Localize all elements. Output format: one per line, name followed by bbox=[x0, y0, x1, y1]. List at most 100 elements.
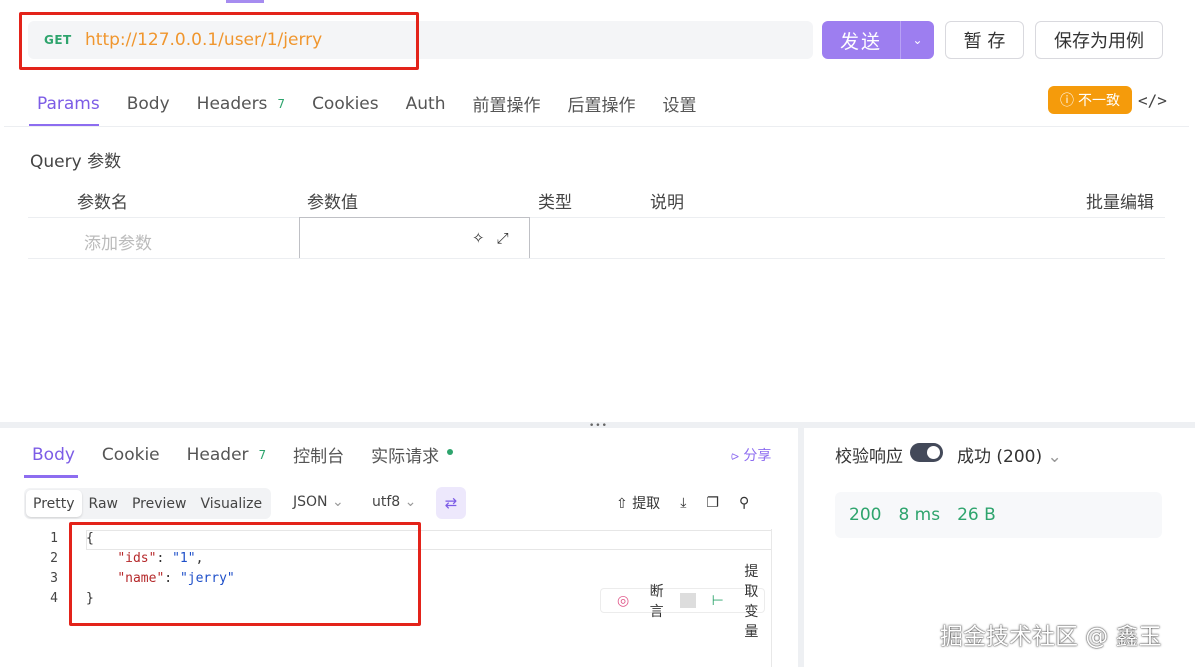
tab-label: 后置操作 bbox=[567, 96, 636, 116]
format-raw[interactable]: Raw bbox=[82, 490, 125, 517]
tab-label: Cookies bbox=[312, 93, 379, 114]
format-preview[interactable]: Preview bbox=[125, 490, 194, 517]
response-tabs: Body Cookie Header 7 控制台 实际请求 bbox=[32, 442, 480, 467]
format-select[interactable]: JSON ⌄ bbox=[293, 494, 344, 510]
tab-post-processors[interactable]: 后置操作 bbox=[567, 91, 635, 116]
format-pretty[interactable]: Pretty bbox=[26, 490, 82, 517]
line-number: 2 bbox=[50, 551, 58, 566]
send-button-label: 发送 bbox=[839, 30, 882, 53]
assert-button[interactable]: ◎ 断言 bbox=[601, 581, 680, 621]
encoding-select-value: utf8 bbox=[372, 494, 401, 510]
tab-pre-processors[interactable]: 前置操作 bbox=[472, 91, 540, 116]
status-select[interactable]: 成功 (200) ⌄ bbox=[957, 442, 1062, 467]
tab-actual-request[interactable]: 实际请求 bbox=[371, 442, 454, 467]
code-icon[interactable]: </> bbox=[1138, 91, 1167, 110]
share-label: 分享 bbox=[743, 448, 772, 464]
request-tabs: Params Body Headers 7 Cookies Auth 前置操作 后… bbox=[37, 91, 723, 117]
expand-icon[interactable]: ⤢ bbox=[497, 229, 509, 247]
bulk-edit-link[interactable]: 批量编辑 bbox=[1086, 188, 1154, 213]
share-icon: ⪧ bbox=[731, 448, 744, 464]
column-header-type: 类型 bbox=[538, 193, 572, 213]
tab-headers[interactable]: Headers 7 bbox=[197, 91, 285, 116]
line-number: 1 bbox=[50, 531, 58, 546]
add-param-input[interactable]: 添加参数 bbox=[84, 229, 152, 254]
extract-variable-button[interactable]: ⊢ 提取变量 bbox=[696, 561, 775, 641]
wrap-icon: ⇄ bbox=[444, 494, 458, 512]
format-visualize[interactable]: Visualize bbox=[193, 490, 269, 517]
line-number: 4 bbox=[50, 591, 58, 606]
chevron-down-icon: ⌄ bbox=[331, 494, 344, 510]
chevron-down-icon: ⌄ bbox=[404, 494, 417, 510]
extract-button[interactable]: ⇧ 提取 bbox=[616, 493, 660, 513]
magic-wand-icon[interactable]: ✧ bbox=[472, 229, 485, 247]
encoding-select[interactable]: utf8 ⌄ bbox=[372, 494, 416, 510]
tab-response-body[interactable]: Body bbox=[32, 442, 75, 467]
info-circle-icon: ⓘ bbox=[1060, 93, 1074, 109]
tab-response-header[interactable]: Header 7 bbox=[187, 442, 267, 467]
tab-cookies[interactable]: Cookies bbox=[312, 91, 379, 116]
search-icon[interactable]: ⚲ bbox=[739, 495, 749, 511]
tab-auth[interactable]: Auth bbox=[406, 91, 446, 116]
send-button[interactable]: 发送 ⌄ bbox=[822, 21, 934, 59]
tab-body[interactable]: Body bbox=[127, 91, 170, 116]
header-count-badge: 7 bbox=[258, 447, 267, 462]
line-number-gutter: 1 2 3 4 bbox=[24, 529, 64, 609]
query-section-title: Query 参数 bbox=[30, 152, 122, 172]
tab-console[interactable]: 控制台 bbox=[293, 442, 344, 467]
share-button[interactable]: ⪧ 分享 bbox=[731, 445, 771, 465]
column-header-value: 参数值 bbox=[307, 193, 358, 213]
tab-label: Body bbox=[32, 444, 75, 465]
copy-icon[interactable]: ❐ bbox=[706, 495, 719, 511]
active-tab-indicator bbox=[24, 475, 78, 478]
download-icon[interactable]: ⤓ bbox=[680, 495, 686, 511]
format-select-value: JSON bbox=[293, 494, 328, 510]
drag-handle-icon[interactable]: ••• bbox=[589, 421, 608, 431]
column-header-description: 说明 bbox=[650, 193, 684, 213]
inconsistent-label: 不一致 bbox=[1078, 93, 1120, 109]
extract-label: 提取 bbox=[632, 496, 661, 512]
headers-count-badge: 7 bbox=[277, 96, 286, 111]
column-header-name: 参数名 bbox=[77, 193, 128, 213]
vertical-splitter[interactable] bbox=[798, 428, 804, 667]
tab-label: Params bbox=[37, 93, 100, 114]
tab-label: Headers bbox=[196, 93, 268, 114]
tab-label: 前置操作 bbox=[472, 96, 541, 116]
tab-label: 控制台 bbox=[293, 447, 345, 467]
annotation-box-response bbox=[69, 522, 421, 626]
validate-toggle[interactable] bbox=[910, 443, 943, 462]
save-button[interactable]: 暂 存 bbox=[945, 21, 1024, 59]
response-size: 26 B bbox=[957, 505, 996, 525]
divider bbox=[4, 126, 1189, 127]
tab-response-cookie[interactable]: Cookie bbox=[102, 442, 160, 467]
extract-variable-label: 提取变量 bbox=[744, 563, 759, 640]
tab-settings[interactable]: 设置 bbox=[662, 91, 696, 116]
extract-icon: ⊢ bbox=[711, 592, 724, 609]
annotation-box-url bbox=[19, 12, 419, 70]
response-time: 8 ms bbox=[898, 505, 941, 525]
table-header-divider bbox=[28, 217, 1165, 218]
tab-label: Body bbox=[126, 93, 170, 114]
line-number: 3 bbox=[50, 571, 58, 586]
word-wrap-button[interactable]: ⇄ bbox=[436, 487, 466, 519]
divider bbox=[679, 593, 696, 608]
tab-label: 设置 bbox=[662, 96, 697, 116]
status-dot bbox=[447, 448, 454, 455]
tab-label: 实际请求 bbox=[371, 447, 440, 467]
tab-label: Cookie bbox=[101, 444, 160, 465]
active-top-tab-indicator bbox=[226, 0, 264, 3]
chevron-down-icon[interactable]: ⌄ bbox=[900, 21, 934, 59]
chevron-down-icon: ⌄ bbox=[1047, 447, 1062, 467]
tab-label: Header bbox=[186, 444, 249, 465]
tab-params[interactable]: Params bbox=[37, 91, 100, 116]
target-icon: ◎ bbox=[617, 592, 630, 609]
table-row-divider bbox=[28, 258, 1165, 259]
upload-icon: ⇧ bbox=[616, 496, 628, 512]
status-code: 200 bbox=[849, 505, 882, 525]
tab-label: Auth bbox=[405, 93, 446, 114]
status-select-value: 成功 (200) bbox=[957, 447, 1043, 467]
format-toggle-group: Pretty Raw Preview Visualize bbox=[24, 488, 272, 519]
inconsistent-badge-button[interactable]: ⓘ 不一致 bbox=[1048, 86, 1132, 114]
save-as-case-button[interactable]: 保存为用例 bbox=[1035, 21, 1163, 59]
assert-label: 断言 bbox=[649, 583, 664, 620]
watermark: 掘金技术社区 @ 鑫玉 bbox=[940, 624, 1162, 650]
